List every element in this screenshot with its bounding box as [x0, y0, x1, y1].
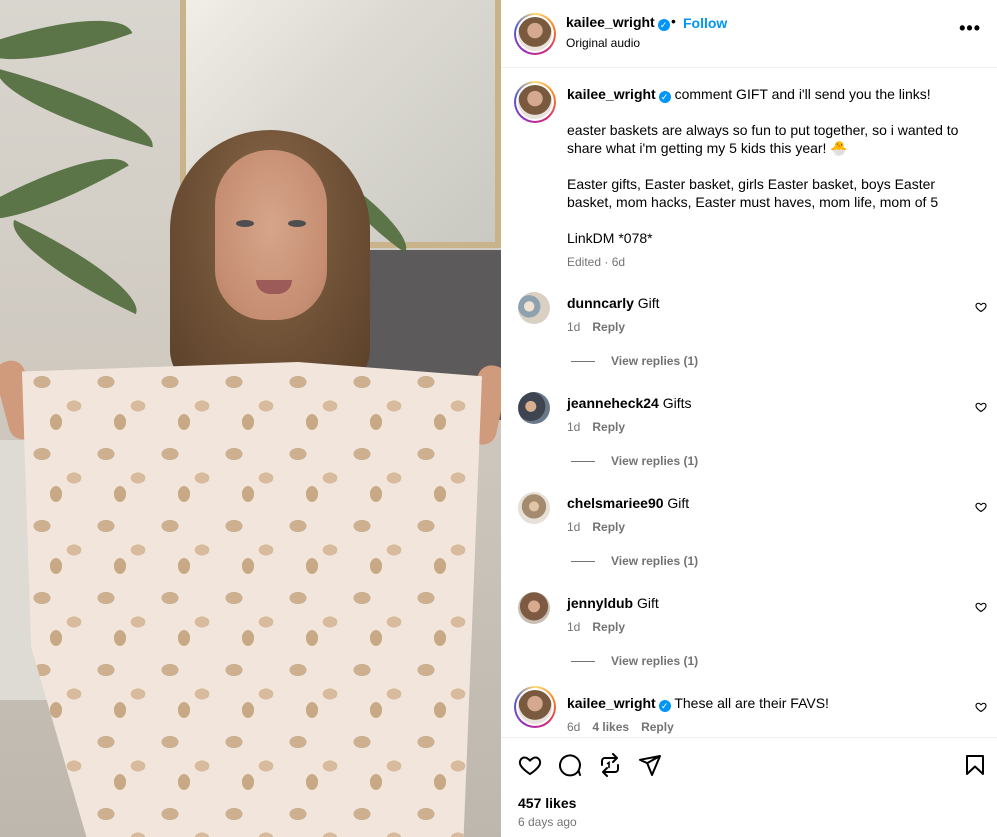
share-icon[interactable] — [598, 753, 622, 777]
comment-text: kailee_wright ✓ These all are their FAVS! — [567, 695, 829, 712]
commenter-avatar[interactable] — [518, 292, 550, 324]
author-avatar[interactable] — [514, 13, 556, 55]
caption-paragraph: LinkDM *078* — [567, 230, 653, 246]
comment-likes[interactable]: 4 likes — [592, 720, 629, 734]
comment-text: dunncarly Gift — [567, 295, 660, 311]
caption-paragraph: Easter gifts, Easter basket, girls Easte… — [567, 176, 939, 210]
person-face — [215, 150, 327, 320]
person-eye — [288, 220, 306, 227]
commenter-username[interactable]: jeanneheck24 — [567, 395, 659, 411]
commenter-avatar[interactable] — [518, 592, 550, 624]
verified-icon: ✓ — [657, 19, 670, 31]
send-icon[interactable] — [638, 753, 662, 777]
view-replies-button[interactable]: View replies (1) — [571, 354, 698, 368]
author-comment-avatar[interactable] — [514, 686, 556, 728]
heart-icon[interactable] — [975, 301, 987, 313]
leopard-blanket — [22, 362, 482, 837]
heart-icon[interactable] — [518, 753, 542, 777]
plant-leaf — [0, 68, 162, 148]
heart-icon[interactable] — [975, 601, 987, 613]
post-timestamp[interactable]: 6 days ago — [518, 815, 577, 829]
comment-text: chelsmariee90 Gift — [567, 495, 690, 511]
more-icon[interactable]: ••• — [959, 18, 981, 39]
caption-paragraph: easter baskets are always so fun to put … — [567, 122, 959, 156]
reply-button[interactable]: Reply — [592, 520, 625, 534]
action-bar: 457 likes 6 days ago — [501, 737, 997, 837]
author-username[interactable]: kailee_wright ✓ — [566, 14, 670, 31]
comment-meta: 1d Reply — [567, 320, 626, 334]
commenter-username[interactable]: jennyldub — [567, 595, 633, 611]
comment-meta: 1d Reply — [567, 420, 626, 434]
comment-text: jennyldub Gift — [567, 595, 659, 611]
commenter-avatar[interactable] — [518, 392, 550, 424]
post-header: kailee_wright ✓ • Follow Original audio •… — [501, 0, 997, 68]
follow-button[interactable]: Follow — [683, 15, 727, 31]
view-replies-button[interactable]: View replies (1) — [571, 654, 698, 668]
reply-button[interactable]: Reply — [592, 320, 625, 334]
comment-meta: 1d Reply — [567, 520, 626, 534]
comment-text: jeanneheck24 Gifts — [567, 395, 692, 411]
bookmark-icon[interactable] — [963, 753, 987, 777]
caption-lead: kailee_wright ✓ comment GIFT and i'll sen… — [567, 85, 977, 103]
comment-meta: 1d Reply — [567, 620, 626, 634]
comments-list[interactable]: kailee_wright ✓ comment GIFT and i'll sen… — [501, 69, 997, 737]
heart-icon[interactable] — [975, 401, 987, 413]
reply-button[interactable]: Reply — [641, 720, 674, 734]
separator-dot: • — [671, 13, 676, 29]
comment-icon[interactable] — [558, 753, 582, 777]
post-panel: kailee_wright ✓ • Follow Original audio •… — [501, 0, 997, 837]
audio-label[interactable]: Original audio — [566, 36, 640, 50]
reply-button[interactable]: Reply — [592, 620, 625, 634]
reel-video[interactable] — [0, 0, 501, 837]
caption-username[interactable]: kailee_wright — [567, 86, 656, 102]
caption-meta: Edited · 6d — [567, 255, 626, 269]
commenter-avatar[interactable] — [518, 492, 550, 524]
view-replies-button[interactable]: View replies (1) — [571, 554, 698, 568]
caption-lead-text: comment GIFT and i'll send you the links… — [674, 86, 931, 102]
commenter-username[interactable]: chelsmariee90 — [567, 495, 664, 511]
plant-leaf — [0, 0, 133, 85]
caption-avatar[interactable] — [514, 81, 556, 123]
commenter-username[interactable]: dunncarly — [567, 295, 634, 311]
reply-button[interactable]: Reply — [592, 420, 625, 434]
person-eye — [236, 220, 254, 227]
verified-icon: ✓ — [658, 91, 671, 103]
commenter-username[interactable]: kailee_wright — [567, 695, 656, 711]
likes-count[interactable]: 457 likes — [518, 795, 576, 811]
plant-leaf — [0, 219, 151, 315]
heart-icon[interactable] — [975, 501, 987, 513]
verified-icon: ✓ — [658, 700, 671, 712]
heart-icon[interactable] — [975, 701, 987, 713]
view-replies-button[interactable]: View replies (1) — [571, 454, 698, 468]
comment-meta: 6d 4 likes Reply — [567, 720, 674, 734]
